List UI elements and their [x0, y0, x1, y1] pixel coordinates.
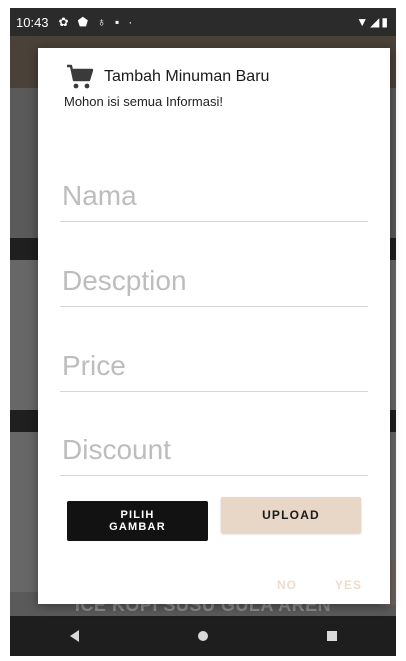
name-input[interactable] — [60, 170, 368, 221]
status-time: 10:43 — [16, 14, 49, 30]
status-bar: 10:43 ✿ ⬟ ♁ ▪ · ▼◢▮ — [10, 8, 396, 36]
no-button[interactable]: NO — [277, 578, 297, 592]
shopping-cart-icon — [67, 64, 94, 89]
pick-image-label-line1: PILIH — [120, 509, 155, 521]
description-field — [60, 255, 368, 307]
pick-image-button[interactable]: PILIH GAMBAR — [67, 501, 208, 541]
dialog-actions: NO YES — [239, 578, 362, 592]
dialog-title: Tambah Minuman Baru — [104, 68, 270, 85]
add-drink-dialog: Tambah Minuman Baru Mohon isi semua Info… — [38, 48, 390, 604]
yes-button[interactable]: YES — [335, 578, 362, 592]
shield-icon: ⬟ — [77, 15, 89, 29]
back-icon[interactable] — [69, 630, 79, 642]
dot-icon: · — [128, 15, 133, 29]
description-input[interactable] — [60, 255, 368, 306]
wifi-icon: ▼ — [356, 15, 371, 29]
discount-input[interactable] — [60, 424, 368, 475]
navigation-bar — [10, 616, 396, 656]
sd-card-icon: ▪ — [115, 15, 120, 29]
discount-field — [60, 424, 368, 476]
gear-icon: ✿ — [58, 15, 69, 29]
pick-image-label-line2: GAMBAR — [109, 521, 166, 533]
upload-button[interactable]: UPLOAD — [221, 497, 361, 533]
price-field — [60, 340, 368, 392]
name-field — [60, 170, 368, 222]
dialog-message: Mohon isi semua Informasi! — [64, 94, 223, 109]
battery-icon: ▮ — [381, 15, 390, 29]
signal-icon: ◢ — [370, 15, 382, 29]
system-status-icons: ▼◢▮ — [356, 15, 390, 29]
home-icon[interactable] — [197, 631, 208, 641]
accessibility-icon: ♁ — [97, 15, 107, 29]
price-input[interactable] — [60, 340, 368, 391]
recent-apps-icon[interactable] — [326, 631, 337, 641]
dialog-header: Tambah Minuman Baru — [66, 64, 269, 90]
